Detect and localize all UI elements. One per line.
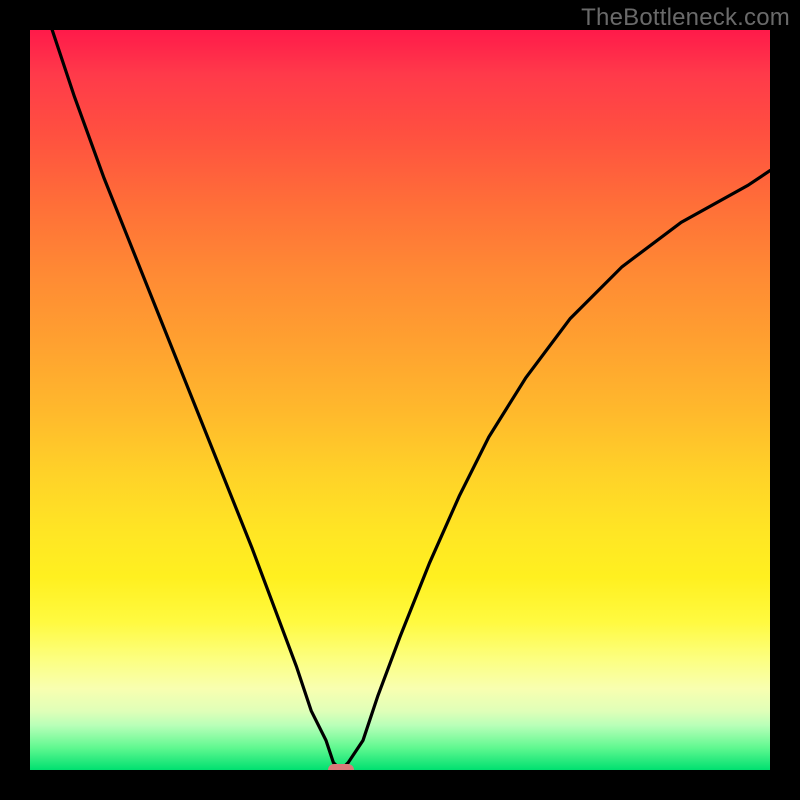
optimal-point-marker bbox=[328, 764, 354, 770]
bottleneck-curve bbox=[30, 30, 770, 770]
plot-area bbox=[30, 30, 770, 770]
watermark-text: TheBottleneck.com bbox=[581, 4, 790, 32]
chart-frame: TheBottleneck.com bbox=[0, 0, 800, 800]
